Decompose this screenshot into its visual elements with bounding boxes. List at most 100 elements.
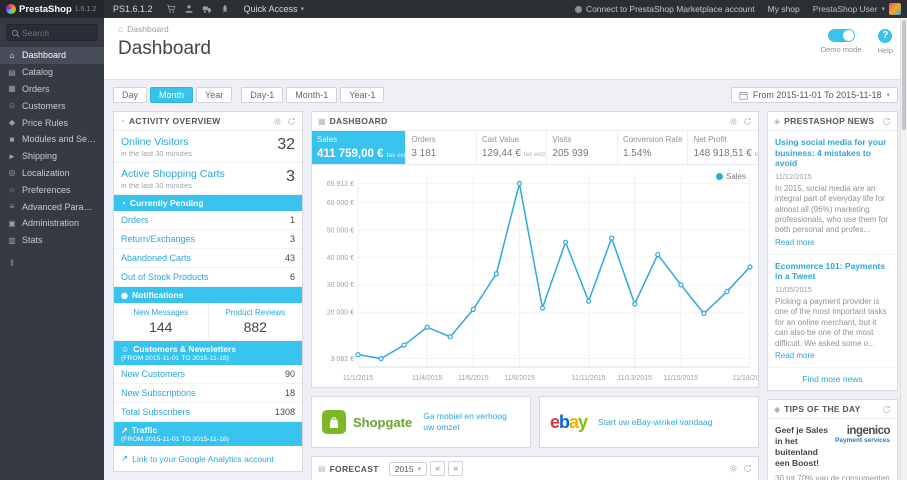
pending-row-abandoned-carts: Abandoned Carts 43 <box>114 249 302 268</box>
sidebar-item-orders[interactable]: ▦ Orders <box>0 81 104 98</box>
next-year-button[interactable]: » <box>448 461 464 476</box>
chart-point[interactable] <box>470 306 476 312</box>
kpi-cart-value[interactable]: Cart Value 129,44 € tax excl. <box>477 131 548 164</box>
sidebar-item-stats[interactable]: ▥ Stats <box>0 232 104 249</box>
chart-point[interactable] <box>747 264 753 270</box>
sidebar-item-administration[interactable]: ▣ Administration <box>0 215 104 232</box>
truck-icon[interactable] <box>202 4 212 14</box>
shopgate-promo[interactable]: Shopgate Ga mobiel en verhoog uw omzet <box>311 396 531 448</box>
sidebar-item-advanced-parameters[interactable]: ≡ Advanced Parameters <box>0 198 104 215</box>
customer-icon[interactable] <box>184 4 194 14</box>
chart-point[interactable] <box>355 352 361 358</box>
sidebar-item-localization[interactable]: ◎ Localization <box>0 165 104 182</box>
sidebar-item-customers[interactable]: ☺ Customers <box>0 97 104 114</box>
y-axis-label: 60 000 € <box>327 200 354 207</box>
quick-access-menu[interactable]: Quick Access ▾ <box>244 4 305 14</box>
refresh-icon[interactable] <box>882 405 891 414</box>
prestashop-brand[interactable]: PrestaShop 1.6.1.2 <box>0 0 104 18</box>
sidebar-item-dashboard[interactable]: ⌂ Dashboard <box>0 47 104 64</box>
sidebar-item-price-rules[interactable]: ◆ Price Rules <box>0 114 104 131</box>
chart-point[interactable] <box>724 288 730 295</box>
refresh-icon[interactable] <box>743 117 752 126</box>
rocket-icon[interactable] <box>220 4 230 14</box>
gear-icon[interactable] <box>729 117 738 126</box>
cart-icon[interactable] <box>166 4 176 14</box>
online-visitors-link[interactable]: Online Visitors <box>121 136 295 148</box>
kpi-net-profit[interactable]: Net Profit 148 918,51 € tax excl. <box>688 131 758 164</box>
tips-of-the-day-panel: ◆ TIPS OF THE DAY Geef je Sales in het b… <box>767 399 898 480</box>
previous-year-button[interactable]: « <box>430 461 446 476</box>
search-input[interactable] <box>22 27 92 38</box>
chart-point[interactable] <box>401 342 407 348</box>
chart-point[interactable] <box>424 324 430 330</box>
forecast-year-select[interactable]: 2015 ▾ <box>388 461 428 476</box>
chart-point[interactable] <box>493 271 499 277</box>
filter-day-button[interactable]: Day <box>113 87 148 103</box>
chart-point[interactable] <box>447 334 453 340</box>
chart-point[interactable] <box>562 239 569 245</box>
gear-icon[interactable] <box>273 117 282 126</box>
kpi-orders[interactable]: Orders 3 181 <box>406 131 477 164</box>
row-label[interactable]: Total Subscribers <box>121 407 190 417</box>
kpi-conversion-rate[interactable]: Conversion Rate 1.54% <box>618 131 689 164</box>
read-more-link[interactable]: Read more <box>775 351 815 360</box>
chart-point[interactable] <box>678 282 684 288</box>
refresh-icon[interactable] <box>743 464 752 473</box>
chart-line <box>357 183 751 360</box>
active-carts-link[interactable]: Active Shopping Carts <box>121 168 295 180</box>
product-reviews-cell[interactable]: Product Reviews 882 <box>207 303 303 340</box>
filter-year-button[interactable]: Year <box>196 87 233 103</box>
quick-access-label: Quick Access <box>243 4 298 14</box>
filter-day-1-button[interactable]: Day-1 <box>241 87 284 103</box>
date-range-picker[interactable]: From 2015-11-01 To 2015-11-18 ▾ <box>730 87 898 103</box>
article-title-link[interactable]: Ecommerce 101: Payments in a Tweet <box>775 261 890 282</box>
filter-month-button[interactable]: Month <box>150 87 194 103</box>
ebay-link[interactable]: Start uw eBay-winkel vandaag <box>598 417 712 428</box>
shopgate-link[interactable]: Ga mobiel en verhoog uw omzet <box>423 411 520 432</box>
chart-point[interactable] <box>655 251 661 258</box>
sidebar-item-catalog[interactable]: ▤ Catalog <box>0 64 104 81</box>
row-label[interactable]: New Subscriptions <box>121 388 196 398</box>
read-more-link[interactable]: Read more <box>775 238 815 247</box>
find-more-news-link[interactable]: Find more news <box>768 368 897 390</box>
new-messages-cell[interactable]: New Messages 144 <box>114 303 208 340</box>
sidebar-item-modules[interactable]: ■ Modules and Services <box>0 131 104 148</box>
refresh-icon[interactable] <box>287 117 296 126</box>
refresh-icon[interactable] <box>882 117 891 126</box>
google-analytics-link[interactable]: ↗ Link to your Google Analytics account <box>114 446 302 471</box>
chart-point[interactable] <box>701 310 707 317</box>
news-article: Ecommerce 101: Payments in a Tweet 11/05… <box>768 255 897 369</box>
help-icon[interactable]: ? <box>878 29 893 43</box>
row-label[interactable]: Abandoned Carts <box>121 253 191 263</box>
demo-mode-toggle[interactable] <box>827 29 855 42</box>
gear-icon[interactable] <box>729 464 738 473</box>
kpi-visits[interactable]: Visits 205 939 <box>547 131 618 164</box>
my-shop-link[interactable]: My shop <box>768 4 800 14</box>
chart-point[interactable] <box>516 180 523 187</box>
kpi-sales[interactable]: Sales 411 759,00 € tax excl. <box>312 131 407 164</box>
article-title-link[interactable]: Using social media for your business: 4 … <box>775 137 890 169</box>
chart-point[interactable] <box>539 305 546 311</box>
marketplace-link[interactable]: Connect to PrestaShop Marketplace accoun… <box>574 4 755 14</box>
sidebar-item-shipping[interactable]: ► Shipping <box>0 148 104 165</box>
row-label[interactable]: Out of Stock Products <box>121 272 209 282</box>
sidebar-collapse-button[interactable]: ‖ <box>0 249 104 277</box>
shop-name[interactable]: PS1.6.1.2 <box>104 4 162 14</box>
scrollbar[interactable] <box>900 18 907 480</box>
sidebar-item-preferences[interactable]: ☼ Preferences <box>0 181 104 198</box>
scrollbar-thumb[interactable] <box>902 20 906 130</box>
row-label[interactable]: New Customers <box>121 369 185 379</box>
row-value: 1 <box>289 215 295 225</box>
chart-point[interactable] <box>632 301 638 307</box>
row-label[interactable]: Orders <box>121 215 149 225</box>
row-label[interactable]: Return/Exchanges <box>121 234 195 244</box>
chart-point[interactable] <box>585 298 592 304</box>
chart-point[interactable] <box>609 235 615 241</box>
sidebar-search[interactable] <box>6 24 98 41</box>
filter-month-1-button[interactable]: Month-1 <box>286 87 338 103</box>
user-menu[interactable]: PrestaShop User ▾ <box>813 3 901 15</box>
ebay-promo[interactable]: ebay Start uw eBay-winkel vandaag <box>539 396 759 448</box>
chart-point[interactable] <box>378 355 384 362</box>
filter-year-1-button[interactable]: Year-1 <box>340 87 385 103</box>
chart-legend[interactable]: Sales <box>715 172 746 181</box>
